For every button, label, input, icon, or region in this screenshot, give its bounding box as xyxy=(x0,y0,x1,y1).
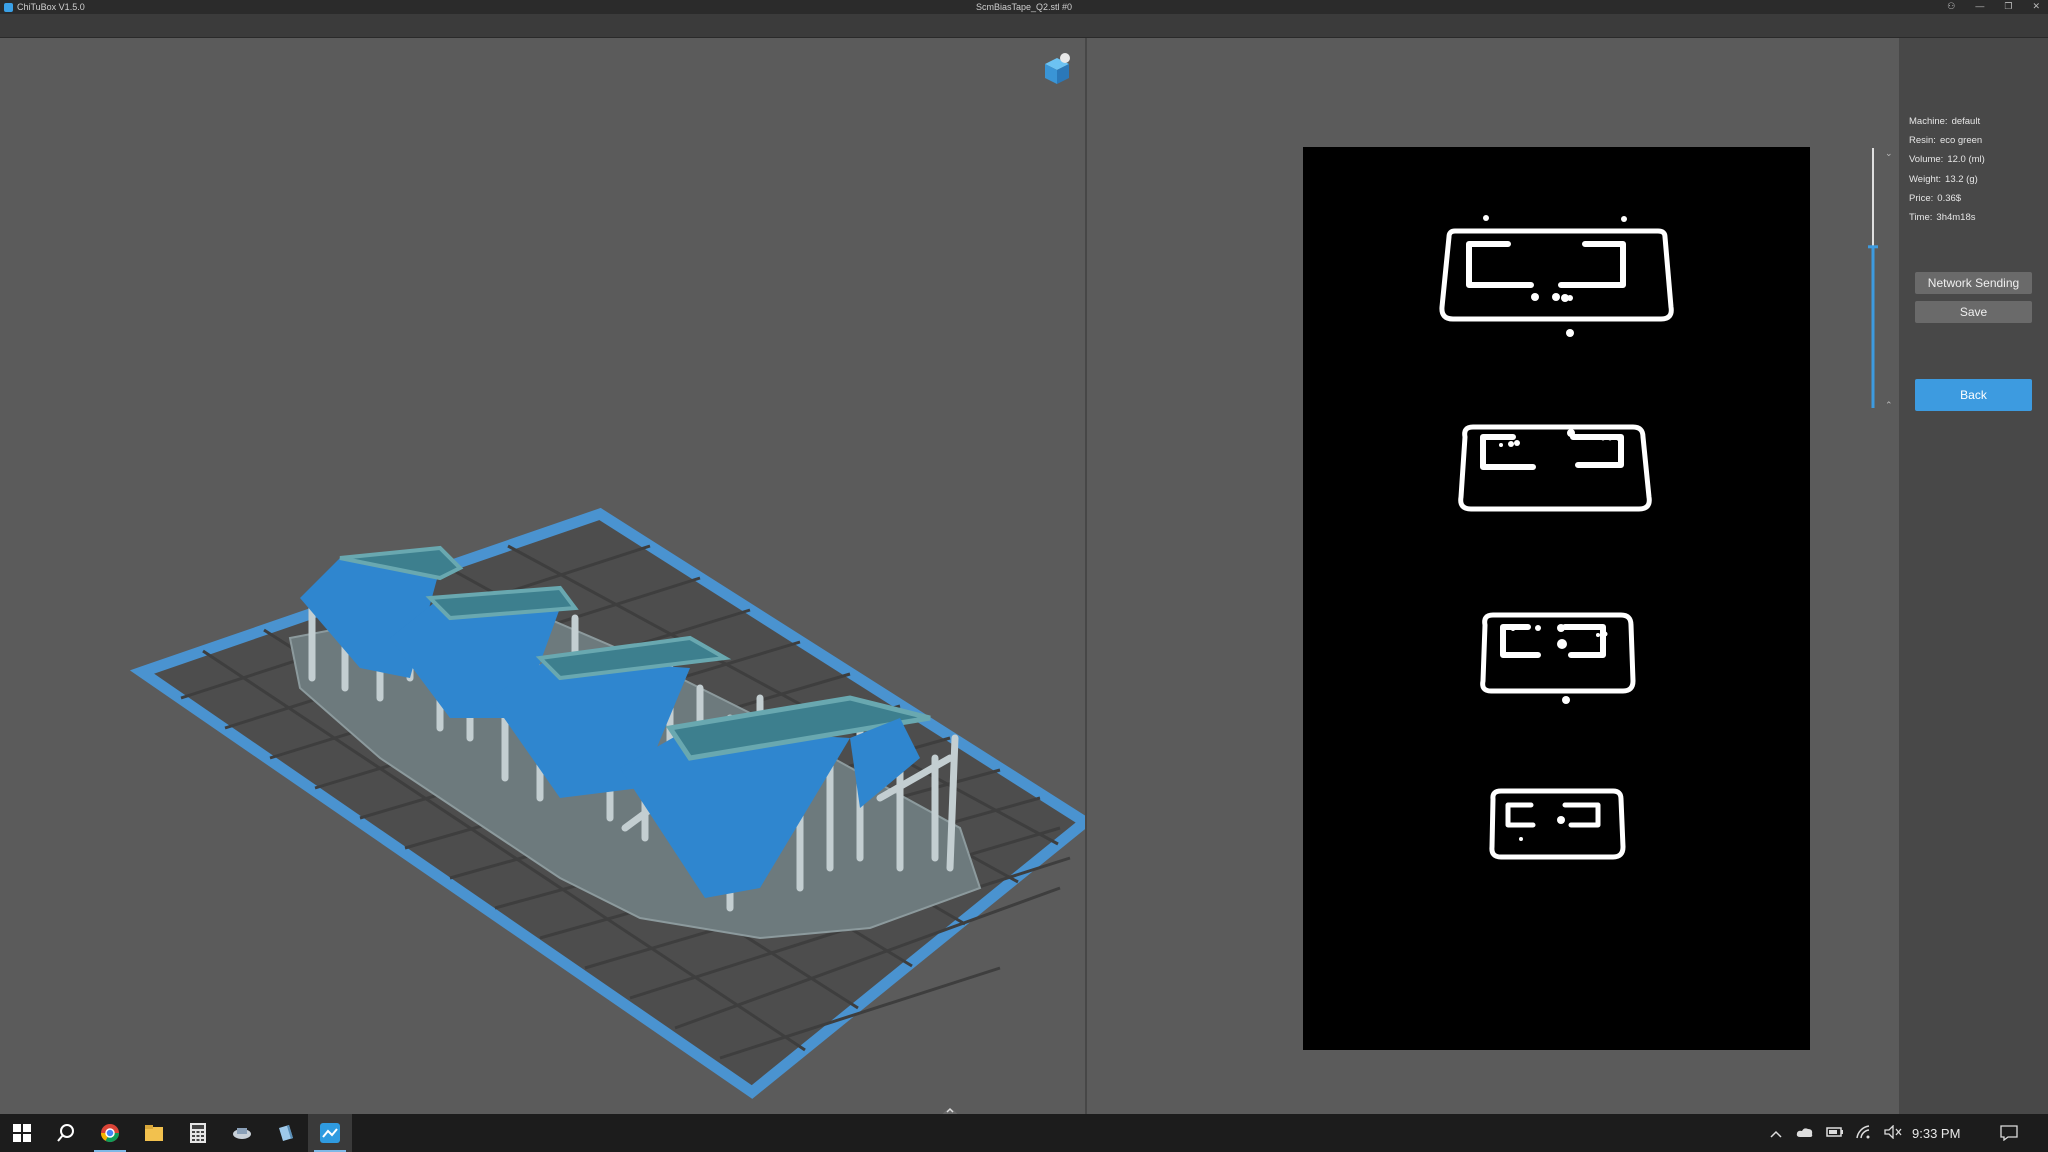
onedrive-cloud-icon[interactable] xyxy=(1796,1126,1814,1141)
action-center-icon[interactable] xyxy=(2000,1114,2018,1152)
info-weight: Weight: 13.2 (g) xyxy=(1909,173,1978,185)
model-viewport[interactable] xyxy=(0,38,1095,1114)
restore-icon[interactable]: ❐ xyxy=(2004,1,2012,12)
slice-island-1 xyxy=(1439,228,1674,322)
taskbar-clock[interactable]: 9:33 PM xyxy=(1912,1126,1960,1141)
layer-slider-track[interactable]: ⌄ ⌃ xyxy=(1868,146,1893,411)
account-icon[interactable]: ⚇ xyxy=(1947,1,1955,12)
3d-viewer-icon[interactable] xyxy=(264,1114,308,1152)
info-resin: Resin: eco green xyxy=(1909,135,1983,147)
info-machine: Machine: default xyxy=(1909,116,1981,127)
info-volume: Volume: 12.0 (ml) xyxy=(1909,154,1985,166)
wifi-icon[interactable] xyxy=(1856,1124,1872,1142)
panel-collapse-tab[interactable] xyxy=(940,1102,960,1115)
save-button[interactable]: Save xyxy=(1915,301,2032,323)
model-scene[interactable] xyxy=(0,38,1095,1114)
calculator-icon[interactable] xyxy=(176,1114,220,1152)
battery-icon[interactable] xyxy=(1826,1126,1844,1141)
title-bar: ChiTuBox V1.5.0 ScmBiasTape_Q2.stl #0 ⚇ … xyxy=(0,0,2048,14)
print-info: Machine: default Resin: eco green Volume: 1… xyxy=(1909,112,1985,227)
slice-island-4 xyxy=(1489,788,1626,860)
chitubox-icon[interactable] xyxy=(308,1114,352,1152)
window-controls: ⚇ — ❐ ✕ xyxy=(1947,1,2040,12)
slider-up-chevron-icon[interactable]: ⌃ xyxy=(1885,401,1893,411)
slice-support-dots xyxy=(1483,215,1627,841)
chrome-icon[interactable] xyxy=(88,1114,132,1152)
search-icon[interactable] xyxy=(44,1114,88,1152)
view-cube-icon[interactable] xyxy=(1045,53,1070,84)
slice-layer-canvas[interactable] xyxy=(1303,147,1810,1050)
minimize-icon[interactable]: — xyxy=(1975,1,1984,12)
volume-muted-icon[interactable] xyxy=(1884,1123,1902,1142)
slider-down-chevron-icon[interactable]: ⌄ xyxy=(1885,149,1893,159)
toolbar-strip xyxy=(0,14,2048,38)
info-time: Time: 3h4m18s xyxy=(1909,212,1976,224)
close-icon[interactable]: ✕ xyxy=(2032,1,2040,12)
system-tray xyxy=(1770,1114,1902,1152)
slicer-app-icon[interactable] xyxy=(220,1114,264,1152)
info-price: Price: 0.36$ xyxy=(1909,192,1962,204)
windows-start-icon[interactable] xyxy=(0,1114,44,1152)
back-button[interactable]: Back xyxy=(1915,379,2032,411)
file-explorer-icon[interactable] xyxy=(132,1114,176,1152)
slice-layer-image xyxy=(1439,215,1674,860)
layer-slider[interactable]: ⌄ ⌃ xyxy=(1868,146,1893,411)
network-sending-button[interactable]: Network Sending xyxy=(1915,272,2032,294)
document-title: ScmBiasTape_Q2.stl #0 xyxy=(975,2,1073,12)
show-hidden-icons-chevron-icon[interactable] xyxy=(1770,1126,1782,1141)
